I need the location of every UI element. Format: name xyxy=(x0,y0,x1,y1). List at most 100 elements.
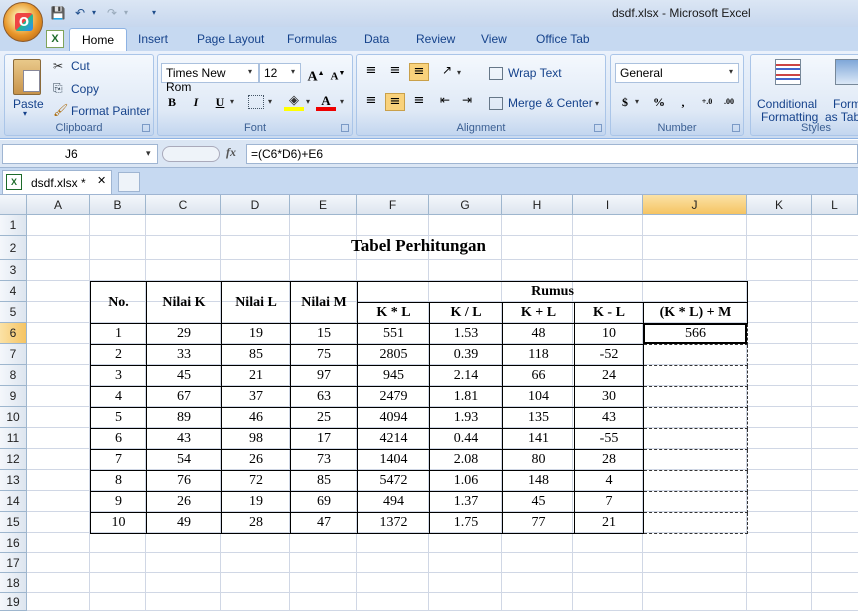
cell-nilai-l[interactable]: 85 xyxy=(221,344,291,366)
wrap-text-button[interactable]: Wrap Text xyxy=(508,66,562,80)
clipboard-launcher-icon[interactable] xyxy=(142,124,150,132)
header-no[interactable]: No. xyxy=(90,281,147,324)
cell-no[interactable]: 9 xyxy=(90,491,147,513)
cell-nilai-m[interactable]: 17 xyxy=(290,428,358,450)
column-header-d[interactable]: D xyxy=(221,195,290,215)
cell-k-minus-l[interactable]: -52 xyxy=(574,344,644,366)
cell-k-times-l[interactable]: 4094 xyxy=(357,407,430,429)
tab-view[interactable]: View xyxy=(473,30,515,51)
cell-nilai-k[interactable]: 49 xyxy=(146,512,222,534)
cell-k-times-l[interactable]: 5472 xyxy=(357,470,430,492)
subheader-k-plus-l[interactable]: K + L xyxy=(502,302,575,324)
underline-dropdown-icon[interactable]: ▾ xyxy=(230,97,234,106)
paste-dropdown-icon[interactable]: ▾ xyxy=(23,109,27,118)
align-center-icon[interactable]: ≡ xyxy=(385,93,405,111)
percent-icon[interactable]: % xyxy=(649,93,669,111)
merge-dropdown-icon[interactable]: ▾ xyxy=(595,99,599,108)
paste-button[interactable]: Paste xyxy=(13,97,44,111)
copy-button[interactable]: Copy xyxy=(71,82,99,96)
cell-k-minus-l[interactable]: 7 xyxy=(574,491,644,513)
tab-home[interactable]: Home xyxy=(69,28,128,52)
cell-k-times-l[interactable]: 2479 xyxy=(357,386,430,408)
tab-review[interactable]: Review xyxy=(408,30,463,51)
cell-k-div-l[interactable]: 2.14 xyxy=(429,365,503,387)
close-tab-icon[interactable]: ✕ xyxy=(97,174,106,187)
subheader-kl-plus-m[interactable]: (K * L) + M xyxy=(643,302,748,324)
tab-formulas[interactable]: Formulas xyxy=(279,30,345,51)
cell-nilai-k[interactable]: 33 xyxy=(146,344,222,366)
cell-nilai-k[interactable]: 45 xyxy=(146,365,222,387)
font-name-dropdown-icon[interactable]: ▾ xyxy=(248,67,252,76)
cell-k-div-l[interactable]: 1.53 xyxy=(429,323,503,345)
cell-k-div-l[interactable]: 1.37 xyxy=(429,491,503,513)
row-header-9[interactable]: 9 xyxy=(0,386,27,407)
column-header-c[interactable]: C xyxy=(146,195,221,215)
row-header-8[interactable]: 8 xyxy=(0,365,27,386)
font-launcher-icon[interactable] xyxy=(341,124,349,132)
cell-k-times-l[interactable]: 2805 xyxy=(357,344,430,366)
cell-nilai-m[interactable]: 97 xyxy=(290,365,358,387)
cell-k-plus-l[interactable]: 77 xyxy=(502,512,575,534)
cell-nilai-k[interactable]: 89 xyxy=(146,407,222,429)
paste-icon[interactable] xyxy=(13,59,41,95)
cell-nilai-l[interactable]: 26 xyxy=(221,449,291,471)
row-header-6[interactable]: 6 xyxy=(0,323,27,344)
cell-nilai-m[interactable]: 15 xyxy=(290,323,358,345)
header-nilai-m[interactable]: Nilai M xyxy=(290,281,358,324)
cell-nilai-k[interactable]: 67 xyxy=(146,386,222,408)
decrease-indent-icon[interactable]: ⇤ xyxy=(435,93,455,111)
font-color-icon[interactable]: A xyxy=(316,93,336,111)
cell-no[interactable]: 6 xyxy=(90,428,147,450)
cell-k-minus-l[interactable]: 21 xyxy=(574,512,644,534)
subheader-k-div-l[interactable]: K / L xyxy=(429,302,503,324)
header-nilai-l[interactable]: Nilai L xyxy=(221,281,291,324)
cell-k-minus-l[interactable]: 10 xyxy=(574,323,644,345)
align-top-icon[interactable]: ≡ xyxy=(361,63,381,81)
cell-k-plus-l[interactable]: 104 xyxy=(502,386,575,408)
alignment-launcher-icon[interactable] xyxy=(594,124,602,132)
cell-k-div-l[interactable]: 0.39 xyxy=(429,344,503,366)
cell-k-div-l[interactable]: 1.06 xyxy=(429,470,503,492)
redo-dropdown-icon[interactable]: ▾ xyxy=(118,5,134,21)
comma-style-icon[interactable]: , xyxy=(673,93,693,111)
row-header-15[interactable]: 15 xyxy=(0,512,27,533)
cell-nilai-m[interactable]: 69 xyxy=(290,491,358,513)
align-bottom-icon[interactable]: ≡ xyxy=(409,63,429,81)
orientation-dropdown-icon[interactable]: ▾ xyxy=(457,68,461,77)
save-icon[interactable]: 💾 xyxy=(50,5,66,21)
undo-dropdown-icon[interactable]: ▾ xyxy=(86,5,102,21)
row-header-7[interactable]: 7 xyxy=(0,344,27,365)
new-tab-icon[interactable] xyxy=(118,172,140,192)
number-format-dropdown-icon[interactable]: ▾ xyxy=(729,67,733,76)
row-header-5[interactable]: 5 xyxy=(0,302,27,323)
cut-button[interactable]: Cut xyxy=(71,59,90,73)
tab-page-layout[interactable]: Page Layout xyxy=(189,30,272,51)
merge-center-icon[interactable] xyxy=(489,97,503,110)
cell-k-times-l[interactable]: 1372 xyxy=(357,512,430,534)
bold-icon[interactable]: B xyxy=(162,93,182,111)
cell-nilai-l[interactable]: 19 xyxy=(221,491,291,513)
cell-no[interactable]: 1 xyxy=(90,323,147,345)
cell-k-times-l[interactable]: 4214 xyxy=(357,428,430,450)
cell-nilai-l[interactable]: 19 xyxy=(221,323,291,345)
cell-k-plus-l[interactable]: 48 xyxy=(502,323,575,345)
cell-nilai-l[interactable]: 98 xyxy=(221,428,291,450)
cell-nilai-k[interactable]: 54 xyxy=(146,449,222,471)
cell-nilai-k[interactable]: 26 xyxy=(146,491,222,513)
row-header-17[interactable]: 17 xyxy=(0,553,27,573)
currency-icon[interactable]: $ xyxy=(615,93,635,111)
cell-k-div-l[interactable]: 0.44 xyxy=(429,428,503,450)
column-header-a[interactable]: A xyxy=(27,195,90,215)
cell-k-plus-l[interactable]: 141 xyxy=(502,428,575,450)
office-button[interactable]: O xyxy=(3,2,43,42)
cell-k-times-l[interactable]: 551 xyxy=(357,323,430,345)
cell-kl-plus-m[interactable] xyxy=(643,449,748,471)
cell-k-plus-l[interactable]: 148 xyxy=(502,470,575,492)
select-all-button[interactable] xyxy=(0,195,27,215)
cell-k-times-l[interactable]: 945 xyxy=(357,365,430,387)
cell-k-plus-l[interactable]: 80 xyxy=(502,449,575,471)
column-header-g[interactable]: G xyxy=(429,195,502,215)
cell-no[interactable]: 4 xyxy=(90,386,147,408)
row-header-10[interactable]: 10 xyxy=(0,407,27,428)
cell-no[interactable]: 10 xyxy=(90,512,147,534)
